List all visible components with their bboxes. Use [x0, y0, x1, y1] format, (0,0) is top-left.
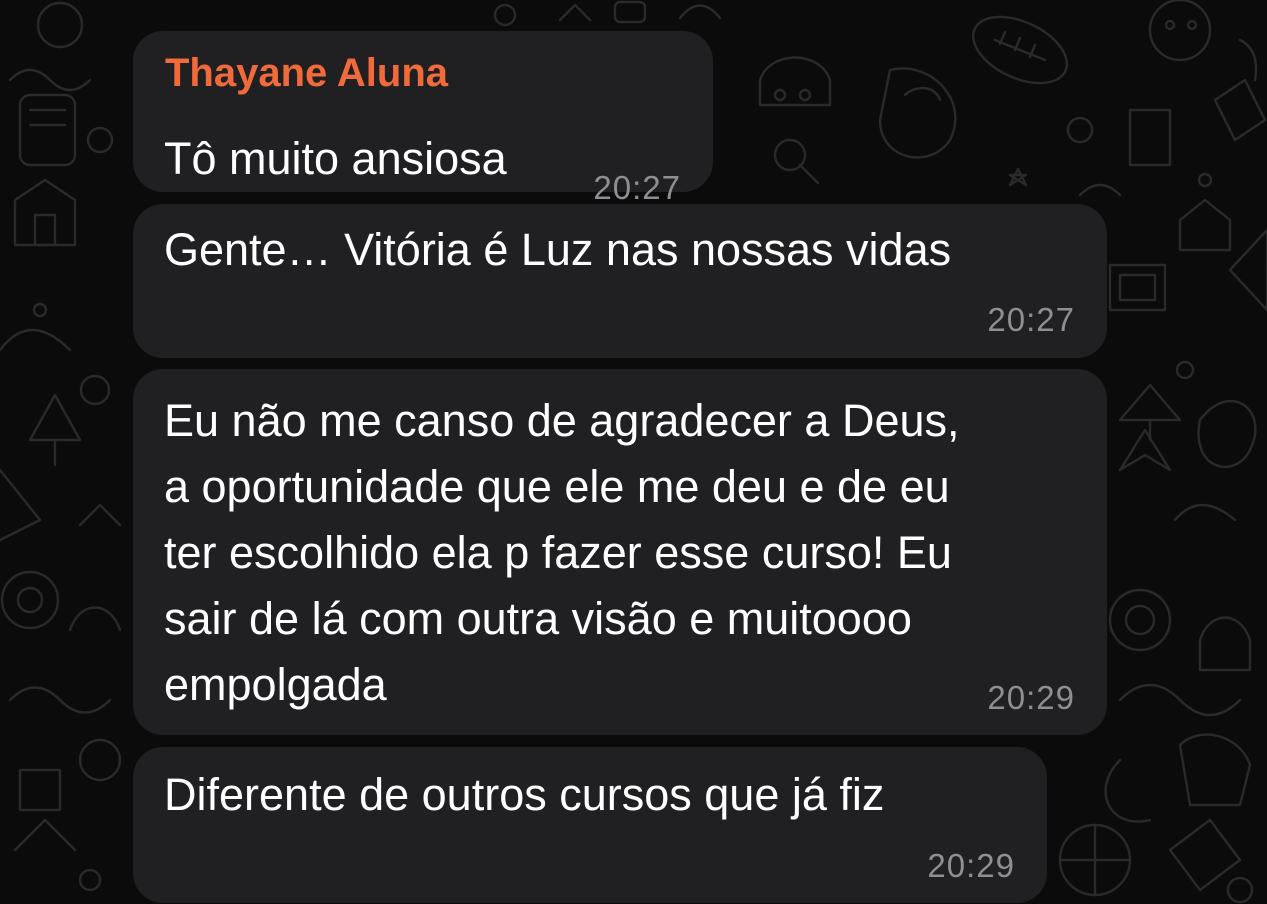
chat-messages: Thayane Aluna Tô muito ansiosa 20:27 Gen… — [0, 0, 1267, 904]
message-text: Eu não me canso de agradecer a Deus, a o… — [164, 395, 960, 710]
message-text: Gente… Vitória é Luz nas nossas vidas — [164, 224, 952, 275]
message-timestamp: 20:29 — [987, 679, 1075, 716]
message-text: Tô muito ansiosa — [164, 133, 507, 184]
sender-name[interactable]: Thayane Aluna — [165, 47, 448, 99]
message-timestamp: 20:27 — [593, 169, 681, 206]
message-bubble[interactable]: Gente… Vitória é Luz nas nossas vidas 20… — [133, 204, 1107, 358]
message-timestamp: 20:29 — [927, 847, 1015, 884]
message-bubble[interactable]: Eu não me canso de agradecer a Deus, a o… — [133, 369, 1107, 735]
message-bubble[interactable]: Diferente de outros cursos que já fiz 20… — [133, 747, 1047, 903]
message-timestamp: 20:27 — [987, 301, 1075, 338]
message-text: Diferente de outros cursos que já fiz — [164, 769, 885, 820]
message-bubble[interactable]: Thayane Aluna Tô muito ansiosa 20:27 — [133, 31, 713, 206]
